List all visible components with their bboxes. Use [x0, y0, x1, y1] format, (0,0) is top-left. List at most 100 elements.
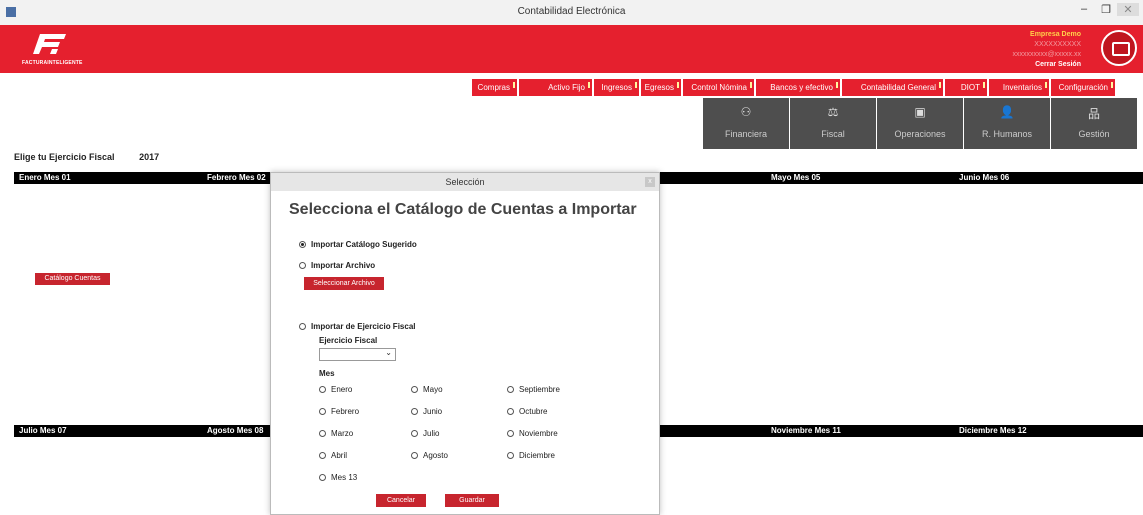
company-name: Empresa Demo [1030, 31, 1081, 38]
company-info: Empresa Demo XXXXXXXXXX xxxxxxxxxx@xxxxx… [1012, 30, 1081, 70]
month-header[interactable]: Enero Mes 01 [19, 172, 71, 184]
chevron-down-icon: ⌄ [385, 348, 392, 357]
month-radio[interactable]: Enero [319, 385, 352, 394]
menu-item[interactable]: Activo Fijo [519, 79, 592, 96]
month-header[interactable]: Julio Mes 07 [19, 425, 67, 437]
org-chart-icon: 品 [1087, 107, 1100, 121]
brand-text: FACTURAINTELIGENTE [22, 60, 83, 66]
radio-icon [319, 386, 326, 393]
month-radio[interactable]: Septiembre [507, 385, 560, 394]
radio-icon [411, 430, 418, 437]
radio-import-file[interactable]: Importar Archivo [299, 261, 375, 270]
module-tile[interactable]: 品 Gestión [1051, 98, 1137, 149]
menu-item-label: Configuración [1058, 83, 1108, 92]
dialog-title: Selección [271, 173, 659, 191]
radio-label: Octubre [519, 407, 548, 416]
maximize-button[interactable]: ❐ [1095, 3, 1117, 16]
save-button[interactable]: Guardar [445, 494, 499, 507]
month-radio[interactable]: Abril [319, 451, 347, 460]
dialog-close-button[interactable]: x [645, 177, 655, 187]
radio-label: Marzo [331, 429, 354, 438]
monitor-icon [1112, 42, 1130, 56]
month-radio[interactable]: Octubre [507, 407, 547, 416]
fiscal-year-selector: Elige tu Ejercicio Fiscal 2017 [14, 152, 159, 162]
window-title: Contabilidad Electrónica [517, 6, 626, 17]
month-radio[interactable]: Agosto [411, 451, 448, 460]
month-header[interactable]: Febrero Mes 02 [207, 172, 266, 184]
header-bar [0, 25, 1143, 73]
month-header[interactable]: Noviembre Mes 11 [771, 425, 841, 437]
menu-item[interactable]: Compras [472, 79, 517, 96]
module-tile[interactable]: ▣ Operaciones [877, 98, 963, 149]
radio-import-fiscal[interactable]: Importar de Ejercicio Fiscal [299, 322, 415, 331]
month-radio[interactable]: Julio [411, 429, 439, 438]
radio-label: Mayo [423, 385, 443, 394]
radio-label: Febrero [331, 407, 360, 416]
radio-icon [507, 452, 514, 459]
menu-item[interactable]: Bancos y efectivo [756, 79, 840, 96]
catalog-accounts-button[interactable]: Catálogo Cuentas [35, 273, 110, 285]
menu-item[interactable]: Egresos [641, 79, 681, 96]
pin-icon [836, 82, 838, 88]
month-radio[interactable]: Febrero [319, 407, 359, 416]
menu-item[interactable]: Ingresos [594, 79, 639, 96]
module-tile[interactable]: ⚖ Fiscal [790, 98, 876, 149]
month-radio[interactable]: Mayo [411, 385, 443, 394]
radio-label: Mes 13 [331, 473, 358, 482]
logout-link[interactable]: Cerrar Sesión [1012, 60, 1081, 70]
fiscal-year-dropdown[interactable]: ⌄ [319, 348, 396, 361]
month-header[interactable]: Diciembre Mes 12 [959, 425, 1027, 437]
radio-icon [507, 408, 514, 415]
window-titlebar: Contabilidad Electrónica – ❐ ✕ [0, 0, 1143, 25]
cancel-button[interactable]: Cancelar [376, 494, 426, 507]
month-radio[interactable]: Noviembre [507, 429, 558, 438]
company-rfc: XXXXXXXXXX [1034, 41, 1081, 48]
module-tile[interactable]: 👤 R. Humanos [964, 98, 1050, 149]
month-header[interactable]: Mayo Mes 05 [771, 172, 820, 184]
menu-item[interactable]: Configuración [1051, 79, 1115, 96]
person-icon: 👤 [999, 105, 1015, 119]
menu-item[interactable]: Control Nómina [683, 79, 754, 96]
pin-icon [635, 82, 637, 88]
close-button[interactable]: ✕ [1117, 3, 1139, 16]
radio-label: Agosto [423, 451, 448, 460]
radio-label: Enero [331, 385, 353, 394]
radio-label: Diciembre [519, 451, 556, 460]
fiscal-year-label: Elige tu Ejercicio Fiscal [14, 152, 115, 162]
month-header[interactable]: Agosto Mes 08 [207, 425, 263, 437]
module-label: R. Humanos [981, 129, 1033, 139]
scale-icon: ⚖ [827, 105, 839, 119]
module-label: Gestión [1078, 129, 1110, 139]
month-radio[interactable]: Mes 13 [319, 473, 357, 482]
menu-item-label: Ingresos [601, 83, 632, 92]
pin-icon [983, 82, 985, 88]
menu-item[interactable]: DIOT [945, 79, 987, 96]
menu-item[interactable]: Contabilidad General [842, 79, 943, 96]
menu-item[interactable]: Inventarios [989, 79, 1049, 96]
radio-icon [411, 386, 418, 393]
radio-icon [319, 408, 326, 415]
month-radio[interactable]: Junio [411, 407, 442, 416]
menu-item-label: Egresos [644, 83, 674, 92]
month-field-label: Mes [319, 369, 335, 378]
select-file-button[interactable]: Seleccionar Archivo [304, 277, 384, 290]
radio-label: Abril [331, 451, 348, 460]
radio-label: Importar Catálogo Sugerido [311, 240, 417, 249]
minimize-button[interactable]: – [1073, 3, 1095, 15]
month-radio[interactable]: Diciembre [507, 451, 555, 460]
radio-icon [319, 474, 326, 481]
module-tiles: ⚇ Financiera ⚖ Fiscal ▣ Operaciones 👤 R. Humano… [702, 98, 1137, 149]
module-tile[interactable]: ⚇ Financiera [703, 98, 789, 149]
month-radio[interactable]: Marzo [319, 429, 353, 438]
radio-selected-icon [299, 241, 306, 248]
profile-button[interactable] [1101, 30, 1137, 66]
radio-import-suggested[interactable]: Importar Catálogo Sugerido [299, 240, 417, 249]
fiscal-year-value[interactable]: 2017 [139, 152, 159, 162]
month-header[interactable]: Junio Mes 06 [959, 172, 1009, 184]
radio-icon [319, 452, 326, 459]
radio-label: Junio [423, 407, 443, 416]
radio-icon [507, 430, 514, 437]
radio-label: Septiembre [519, 385, 560, 394]
menu-item-label: Control Nómina [691, 83, 747, 92]
menu-item-label: Bancos y efectivo [770, 83, 833, 92]
